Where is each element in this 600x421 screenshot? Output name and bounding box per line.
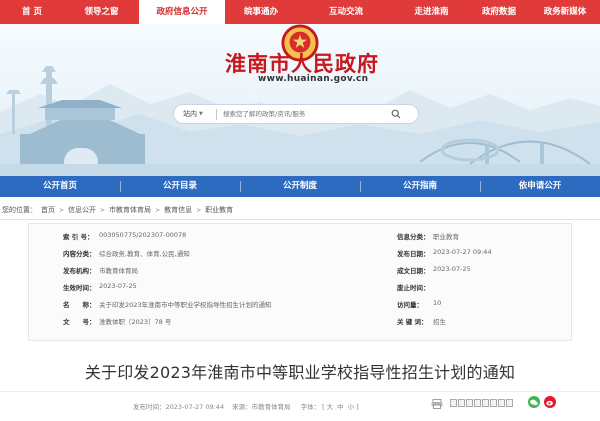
tool-buttons [450,399,516,409]
toolbar-box-icon[interactable] [474,399,481,407]
toolbar-box-icon[interactable] [450,399,457,407]
search-input[interactable] [217,110,387,118]
info-row-category: 内容分类： 综合政务,教育、体育,公民,通知 [63,250,190,258]
topnav-about-huainan[interactable]: 走进淮南 [395,0,468,24]
breadcrumb-info-public[interactable]: 信息公开 [68,205,96,215]
article-meta: 发布时间：2023-07-27 09:44 来源：市教育体育局 字体：[大中小] [133,401,359,411]
document-info-box: 索 引 号： 003050775/202307-00078 内容分类： 综合政务,教… [28,223,572,341]
info-row-keywords: 关 键 词： 招生 [397,318,446,326]
info-row-written-date: 成文日期： 2023-07-25 [397,265,471,275]
caret-down-icon: ▼ [199,111,203,117]
search-button[interactable] [387,105,405,123]
print-icon[interactable] [431,399,443,409]
font-size-small[interactable]: 小 [348,403,355,411]
toolbar-box-icon[interactable] [458,399,465,407]
topnav-gov-info-public[interactable]: 政府信息公开 [139,0,225,24]
breadcrumb-home[interactable]: 首页 [41,205,55,215]
toolbar-box-icon[interactable] [466,399,473,407]
info-row-doc-number: 文 号： 淮教体职〔2023〕78 号 [63,318,172,326]
weibo-share-icon[interactable] [544,396,556,408]
header-banner: 淮南市人民政府 www.huainan.gov.cn 站内 ▼ [0,24,600,176]
subnav-public-catalog[interactable]: 公开目录 [120,176,240,197]
topnav-services[interactable]: 皖事通办 [225,0,297,24]
search-scope-dropdown[interactable]: 站内 ▼ [174,109,216,119]
publish-time: 发布时间：2023-07-27 09:44 [133,403,225,411]
info-row-effective-date: 生效时间： 2023-07-25 [63,282,137,292]
search-scope-label: 站内 [183,110,197,118]
topnav-leaders[interactable]: 领导之窗 [64,0,139,24]
chevron-right-icon: > [100,206,106,214]
article-title: 关于印发2023年淮南市中等职业学校指导性招生计划的通知 [84,363,516,382]
divider [0,391,600,392]
breadcrumb: 您的位置： 首页 > 信息公开 > 市教育体育局 > 教育信息 > 职业教育 [0,205,600,215]
chevron-right-icon: > [155,206,161,214]
chevron-right-icon: > [59,206,65,214]
topnav-interaction[interactable]: 互动交流 [297,0,395,24]
toolbar-box-icon[interactable] [490,399,497,407]
subnav-public-system[interactable]: 公开制度 [240,176,360,197]
topnav-new-media[interactable]: 政务新媒体 [530,0,600,24]
info-row-name: 名 称： 关于印发2023年淮南市中等职业学校指导性招生计划的通知 [63,301,272,309]
breadcrumb-edu-bureau[interactable]: 市教育体育局 [109,205,151,215]
search-bar: 站内 ▼ [173,104,419,124]
toolbar-box-icon[interactable] [498,399,505,407]
wechat-share-icon[interactable] [528,396,540,408]
top-nav: 首 页 领导之窗 政府信息公开 皖事通办 互动交流 走进淮南 政府数据 政务新媒… [0,0,600,24]
font-size-large[interactable]: 大 [327,403,334,411]
public-info-nav: 公开首页 公开目录 公开制度 公开指南 依申请公开 [0,176,600,197]
info-row-publish-date: 发布日期： 2023-07-27 09:44 [397,248,492,258]
topnav-gov-data[interactable]: 政府数据 [468,0,530,24]
topnav-home[interactable]: 首 页 [0,0,64,24]
subnav-apply-public[interactable]: 依申请公开 [480,176,600,197]
info-row-abolish-date: 废止时间： [397,284,430,292]
article-source: 来源：市教育体育局 [232,403,291,411]
font-size-medium[interactable]: 中 [337,403,344,411]
info-row-index: 索 引 号： 003050775/202307-00078 [63,231,187,241]
subnav-public-guide[interactable]: 公开指南 [360,176,480,197]
info-row-info-class: 信息分类： 职业教育 [397,233,459,241]
subnav-public-home[interactable]: 公开首页 [0,176,120,197]
font-size-selector: 字体：[大中小] [300,403,359,411]
search-icon [391,109,401,119]
share-buttons [528,396,556,408]
site-url: www.huainan.gov.cn [258,74,369,84]
breadcrumb-edu-info[interactable]: 教育信息 [164,205,192,215]
chevron-right-icon: > [196,206,202,214]
info-row-views: 访问量： 10 [397,299,442,309]
breadcrumb-vocational[interactable]: 职业教育 [205,205,233,215]
divider [0,219,600,220]
toolbar-box-icon[interactable] [482,399,489,407]
info-row-publisher: 发布机构： 市教育体育局 [63,267,138,275]
toolbar-box-icon[interactable] [506,399,513,407]
breadcrumb-label: 您的位置： [2,206,37,214]
